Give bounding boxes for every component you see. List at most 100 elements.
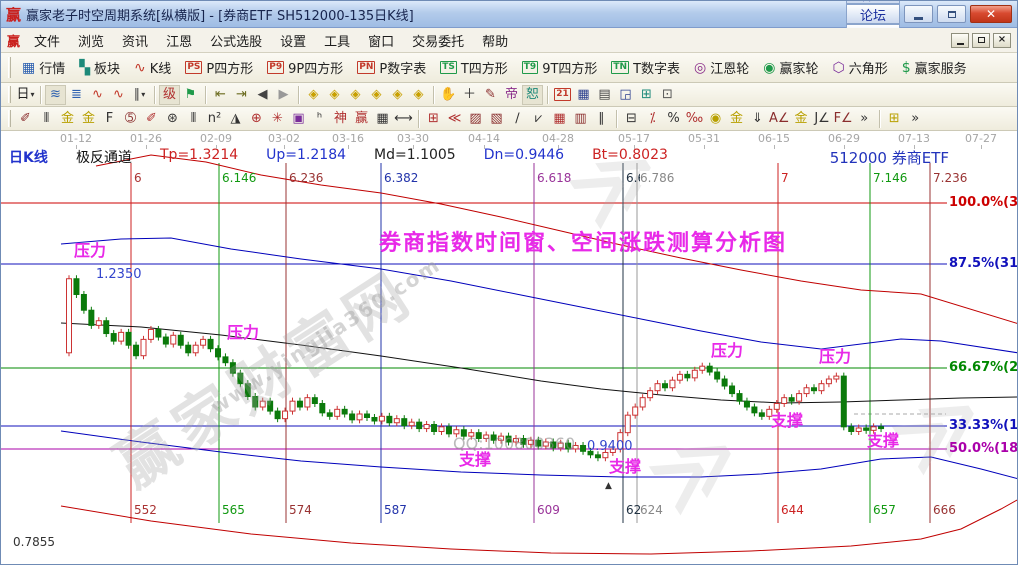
tool-gold-under[interactable]: 金 — [791, 109, 812, 129]
toolbar-item-winner-service[interactable]: $赢家服务 — [895, 58, 974, 77]
menu-公式选股[interactable]: 公式选股 — [201, 29, 271, 52]
tool-mini-kline-3[interactable]: ∿ — [87, 85, 108, 105]
tool-diamond-x[interactable]: ◈ — [366, 85, 387, 105]
tool-draw-knife-2[interactable]: ✐ — [141, 109, 162, 129]
tool-v-check[interactable]: ⩗ — [528, 109, 549, 129]
tool-level-scale[interactable]: ⊟ — [621, 109, 642, 129]
tool-grade-tool[interactable]: 级 — [159, 85, 180, 105]
tool-tool-di[interactable]: 帝 — [501, 85, 522, 105]
tool-hatch-1[interactable]: ▨ — [465, 109, 486, 129]
tool-red-grid[interactable]: ⊞ — [423, 109, 444, 129]
tool-save[interactable]: ◲ — [615, 85, 636, 105]
minimize-button[interactable] — [904, 5, 933, 23]
tool-more-tools[interactable]: » — [854, 109, 875, 129]
tool-square-purple[interactable]: ▣ — [288, 109, 309, 129]
toolbar-item-hexagon[interactable]: ⬡六角形 — [826, 58, 895, 77]
tool-pct-strike[interactable]: ⁒ — [642, 109, 663, 129]
tool-n-squared[interactable]: n² — [204, 109, 225, 129]
tool-pan-hand[interactable]: ✋ — [438, 85, 459, 105]
mdi-minimize-button[interactable] — [951, 33, 969, 48]
tool-a-angle[interactable]: A∠ — [768, 109, 791, 129]
tool-permille[interactable]: ‰ — [684, 109, 705, 129]
menu-文件[interactable]: 文件 — [25, 29, 69, 52]
tool-grid-dark[interactable]: ▥ — [570, 109, 591, 129]
tool-ying-tool[interactable]: 赢 — [351, 109, 372, 129]
tool-candle-style[interactable]: ∥▾ — [129, 85, 150, 105]
tool-percent[interactable]: % — [663, 109, 684, 129]
forum-button[interactable]: 论坛 — [846, 4, 900, 24]
tool-grid-123[interactable]: ▦ — [372, 109, 393, 129]
tool-notes[interactable]: ▤ — [594, 85, 615, 105]
tool-more-2[interactable]: » — [905, 109, 926, 129]
tool-go-last[interactable]: ⇥ — [231, 85, 252, 105]
tool-f-angle[interactable]: F∠ — [833, 109, 854, 129]
toolbar-item-t-table[interactable]: TNT数字表 — [604, 58, 687, 77]
toolbar-item-9p-square[interactable]: P99P四方形 — [260, 58, 350, 77]
tool-parallel-diag[interactable]: ∥ — [591, 109, 612, 129]
tool-diag-line[interactable]: ∕ — [507, 109, 528, 129]
tool-mini-kline-9[interactable]: ∿ — [108, 85, 129, 105]
close-button[interactable]: ✕ — [970, 5, 1012, 23]
tool-target-red[interactable]: ⊕ — [246, 109, 267, 129]
tool-gold-circle[interactable]: ◉ — [705, 109, 726, 129]
toolbar-item-kline[interactable]: ∿K线 — [127, 58, 178, 77]
chart-area[interactable]: 日K线 极反通道 Tp=1.3214Up=1.2184Md=1.1005Dn=0… — [1, 131, 1018, 565]
tool-f-ruler[interactable]: F — [99, 109, 120, 129]
tool-go-next[interactable]: ▶ — [273, 85, 294, 105]
tool-diamond-all[interactable]: ◈ — [408, 85, 429, 105]
tool-j-angle[interactable]: J∠ — [812, 109, 833, 129]
toolbar-item-t-square[interactable]: TST四方形 — [433, 58, 515, 77]
tool-k-mark[interactable]: ʰ — [309, 109, 330, 129]
mdi-restore-button[interactable] — [972, 33, 990, 48]
toolbar-item-quotes[interactable]: ▦行情 — [15, 58, 72, 77]
tool-calculator[interactable]: ▦ — [573, 85, 594, 105]
tool-go-first[interactable]: ⇤ — [210, 85, 231, 105]
maximize-button[interactable] — [937, 5, 966, 23]
menu-浏览[interactable]: 浏览 — [69, 29, 113, 52]
tool-diamond-right[interactable]: ◈ — [324, 85, 345, 105]
tool-grid-red[interactable]: ▦ — [549, 109, 570, 129]
tool-h-span[interactable]: ⟷ — [393, 109, 414, 129]
tool-gold-ruler-1[interactable]: 金 — [57, 109, 78, 129]
tool-wave-view[interactable]: ≋ — [45, 85, 66, 105]
tool-hatch-2[interactable]: ▧ — [486, 109, 507, 129]
tool-crosshair[interactable]: ＋ — [459, 85, 480, 105]
tool-chart-globe[interactable]: ⊞ — [636, 85, 657, 105]
toolbar-item-sectors[interactable]: ▚板块 — [72, 58, 127, 77]
toolbar-item-winner-wheel[interactable]: ◉赢家轮 — [756, 58, 825, 77]
tool-print[interactable]: ⊡ — [657, 85, 678, 105]
tool-edit-pen[interactable]: ✎ — [480, 85, 501, 105]
mdi-close-button[interactable]: × — [993, 33, 1011, 48]
tool-period-day[interactable]: 日▾ — [15, 85, 36, 105]
menu-资讯[interactable]: 资讯 — [113, 29, 157, 52]
tool-gold-ruler-2[interactable]: 金 — [78, 109, 99, 129]
tool-gold-levels[interactable]: 金 — [726, 109, 747, 129]
tool-time-grid[interactable]: ⫴ — [36, 109, 57, 129]
menu-帮助[interactable]: 帮助 — [473, 29, 517, 52]
menu-设置[interactable]: 设置 — [271, 29, 315, 52]
tool-diamond-left[interactable]: ◈ — [303, 85, 324, 105]
tool-shen-tool[interactable]: 神 — [330, 109, 351, 129]
toolbar-item-p-square[interactable]: PSP四方形 — [178, 58, 260, 77]
menu-窗口[interactable]: 窗口 — [359, 29, 403, 52]
tool-grid-gold[interactable]: ⊞ — [884, 109, 905, 129]
tool-down-bars[interactable]: ⇓ — [747, 109, 768, 129]
tool-go-prev[interactable]: ◀ — [252, 85, 273, 105]
tool-coil-5[interactable]: ➄ — [120, 109, 141, 129]
tool-calendar-21[interactable]: 21 — [552, 85, 573, 105]
toolbar-item-gann-wheel[interactable]: ◎江恩轮 — [687, 58, 756, 77]
tool-tool-brain[interactable]: 恕 — [522, 85, 543, 105]
tool-diamond-v[interactable]: ◈ — [387, 85, 408, 105]
tool-diamond-h[interactable]: ◈ — [345, 85, 366, 105]
tool-memo[interactable]: ≣ — [66, 85, 87, 105]
tool-compass[interactable]: ⊛ — [162, 109, 183, 129]
tool-star-red[interactable]: ✳ — [267, 109, 288, 129]
toolbar-item-p-table[interactable]: PNP数字表 — [350, 58, 433, 77]
menu-交易委托[interactable]: 交易委托 — [403, 29, 473, 52]
toolbar-item-9t-square[interactable]: T99T四方形 — [515, 58, 605, 77]
tool-flag-tool[interactable]: ⚑ — [180, 85, 201, 105]
menu-江恩[interactable]: 江恩 — [157, 29, 201, 52]
tool-time-grid-2[interactable]: ⫴ — [183, 109, 204, 129]
tool-draw-knife[interactable]: ✐ — [15, 109, 36, 129]
tool-fan-rays[interactable]: ≪ — [444, 109, 465, 129]
